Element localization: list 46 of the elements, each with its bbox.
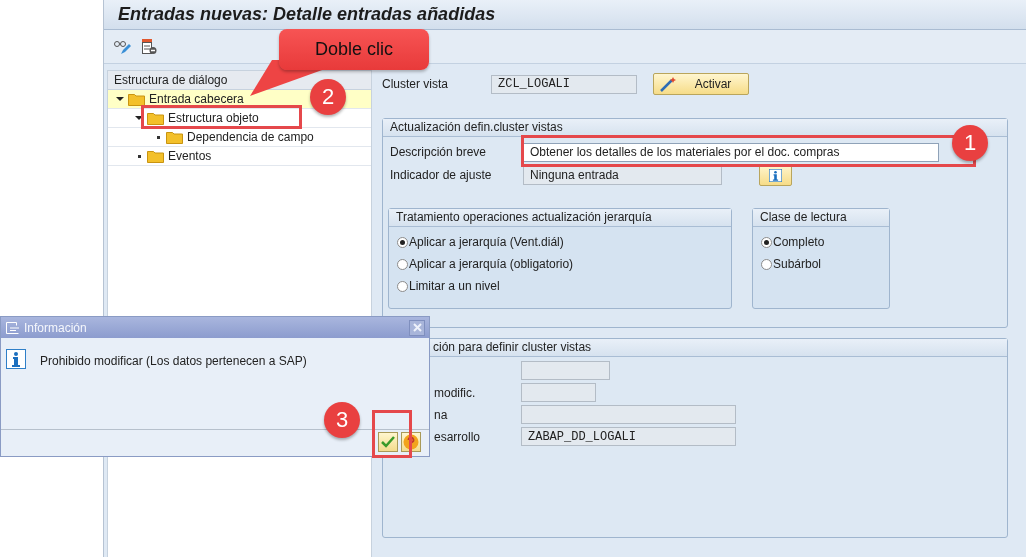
- close-button[interactable]: [409, 319, 425, 336]
- field-label: Descripción breve: [390, 145, 488, 159]
- input-field[interactable]: [521, 383, 596, 402]
- caret-down-icon[interactable]: [135, 114, 143, 122]
- radio-option[interactable]: Subárbol: [761, 253, 889, 275]
- folder-icon: [128, 92, 145, 106]
- activate-button[interactable]: Activar: [653, 73, 749, 95]
- input-field[interactable]: ZCL_LOGALI: [491, 74, 637, 94]
- tree-item[interactable]: Estructura objeto: [133, 109, 259, 127]
- window-title: Entradas nuevas: Detalle entradas añadidas: [118, 4, 496, 25]
- group-title: Clase de lectura: [753, 209, 889, 227]
- radio-option[interactable]: Aplicar a jerarquía (obligatorio): [397, 253, 731, 275]
- input-field[interactable]: [521, 405, 736, 424]
- bullet-icon: [137, 154, 141, 158]
- callout-bubble: Doble clic: [279, 29, 429, 70]
- group-title: Tratamiento operaciones actualización jerarquía: [389, 209, 731, 227]
- info-icon: [769, 168, 782, 182]
- dialog-message: Prohibido modificar (Los datos pertenecen a SAP): [40, 353, 307, 368]
- tree-item[interactable]: Dependencia de campo: [152, 128, 314, 146]
- field-label: Cluster vista: [382, 77, 450, 91]
- input-field[interactable]: [521, 361, 610, 380]
- info-icon: [6, 349, 26, 369]
- magic-wand-icon: [660, 76, 678, 92]
- field-label: Indicador de ajuste: [390, 168, 493, 182]
- radio-option[interactable]: Limitar a un nivel: [397, 275, 731, 297]
- input-field[interactable]: Obtener los detalles de los materiales por el doc. compras: [523, 142, 939, 162]
- bullet-icon: [156, 135, 160, 139]
- field-label: na: [434, 407, 448, 422]
- radio-option[interactable]: Aplicar a jerarquía (Vent.diál): [397, 231, 731, 253]
- caret-down-icon[interactable]: [116, 95, 124, 103]
- confirm-button[interactable]: [378, 432, 398, 452]
- folder-icon: [147, 111, 164, 125]
- dialog-icon: [6, 321, 20, 334]
- tree-item[interactable]: Eventos: [133, 147, 212, 165]
- delete-row-icon[interactable]: [140, 37, 158, 56]
- input-field[interactable]: ZABAP_DD_LOGALI: [521, 427, 736, 446]
- check-icon: [381, 436, 395, 448]
- field-label: modific.: [434, 385, 476, 400]
- field-label: esarrollo: [434, 429, 481, 444]
- dialog-title: Información: [24, 320, 88, 335]
- radio-option[interactable]: Completo: [761, 231, 889, 253]
- close-icon: [412, 323, 422, 332]
- highlight-frame: [372, 410, 412, 458]
- folder-icon: [166, 130, 183, 144]
- folder-icon: [147, 149, 164, 163]
- help-icon: [403, 434, 419, 450]
